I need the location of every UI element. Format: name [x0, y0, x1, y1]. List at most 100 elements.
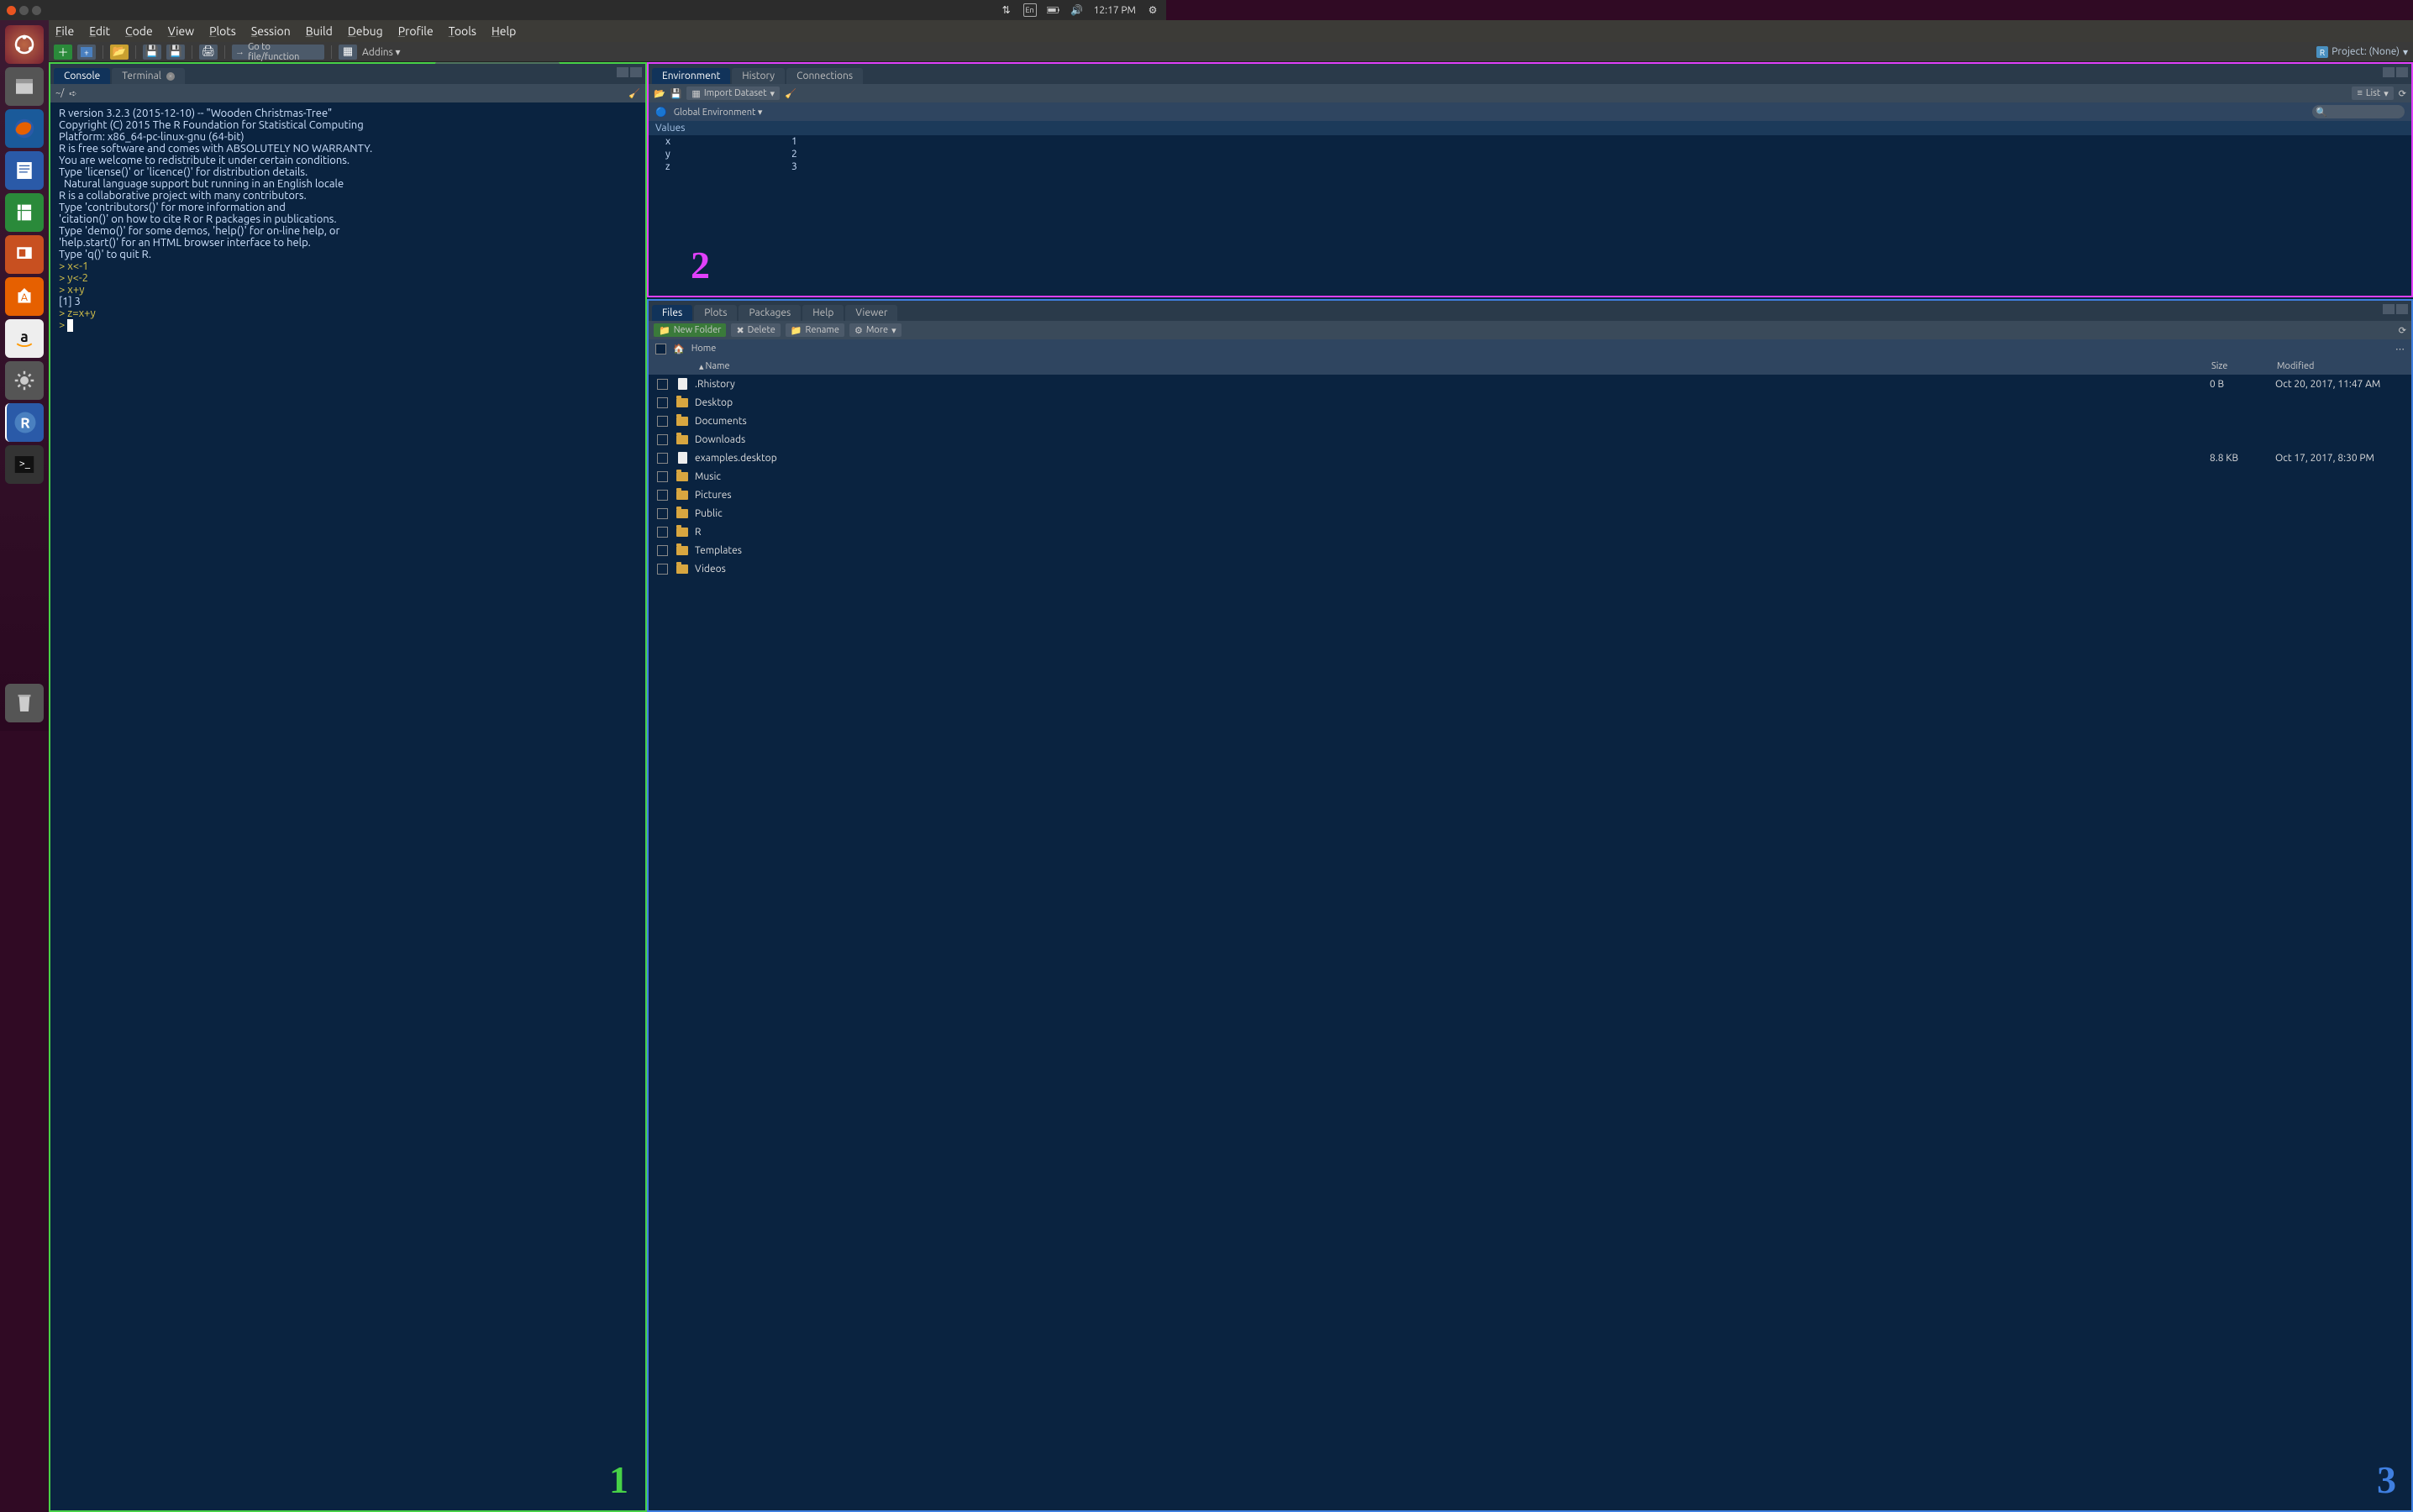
file-checkbox[interactable] — [657, 471, 668, 482]
tab-environment[interactable]: Environment — [652, 68, 730, 84]
file-row[interactable]: Desktop — [649, 393, 2411, 412]
launcher-rstudio[interactable]: R — [5, 403, 44, 442]
new-folder-button[interactable]: 📁 New Folder — [654, 323, 726, 337]
launcher-impress[interactable] — [5, 235, 44, 274]
tab-plots[interactable]: Plots — [694, 305, 737, 321]
tab-terminal[interactable]: Terminal× — [112, 68, 185, 84]
col-modified[interactable]: Modified — [2277, 361, 2411, 371]
goto-file-input[interactable]: → Go to file/function — [232, 45, 324, 60]
view-mode-button[interactable]: ≡ List ▾ — [2352, 87, 2393, 100]
grid-button[interactable]: ▦ — [339, 45, 357, 60]
env-variable[interactable]: z3 — [649, 160, 2411, 173]
gear-icon[interactable]: ⚙ — [1146, 3, 1159, 17]
console-output[interactable]: R version 3.2.3 (2015-12-10) -- "Wooden … — [50, 102, 645, 1510]
menu-session[interactable]: Session — [251, 24, 291, 38]
delete-button[interactable]: ✖ Delete — [731, 323, 780, 337]
environment-search[interactable]: 🔍 — [2312, 105, 2405, 118]
open-file-button[interactable]: 📂 — [110, 45, 129, 60]
launcher-amazon[interactable]: a — [5, 319, 44, 358]
home-icon[interactable]: 🏠 — [673, 344, 685, 354]
menu-code[interactable]: Code — [125, 24, 153, 38]
window-maximize-dot[interactable] — [32, 6, 41, 15]
rename-button[interactable]: 📁 Rename — [786, 323, 844, 337]
launcher-trash[interactable] — [5, 684, 44, 722]
tab-help[interactable]: Help — [802, 305, 844, 321]
refresh-icon[interactable]: ⟳ — [2399, 325, 2406, 336]
col-name[interactable]: ▴ Name — [674, 361, 2211, 372]
file-row[interactable]: R — [649, 522, 2411, 541]
file-checkbox[interactable] — [657, 397, 668, 408]
file-row[interactable]: Templates — [649, 541, 2411, 559]
file-row[interactable]: examples.desktop8.8 KBOct 17, 2017, 8:30… — [649, 449, 2411, 467]
maximize-pane-button[interactable] — [2396, 67, 2408, 77]
env-variable[interactable]: y2 — [649, 148, 2411, 160]
launcher-files[interactable] — [5, 67, 44, 106]
launcher-dash[interactable] — [5, 25, 44, 64]
file-row[interactable]: Downloads — [649, 430, 2411, 449]
file-row[interactable]: Pictures — [649, 486, 2411, 504]
tab-history[interactable]: History — [732, 68, 785, 84]
launcher-writer[interactable] — [5, 151, 44, 190]
more-icon[interactable]: ⋯ — [2395, 344, 2405, 354]
file-row[interactable]: Documents — [649, 412, 2411, 430]
select-all-checkbox[interactable] — [655, 344, 666, 354]
file-checkbox[interactable] — [657, 527, 668, 538]
launcher-calc[interactable] — [5, 193, 44, 232]
file-checkbox[interactable] — [657, 379, 668, 390]
file-checkbox[interactable] — [657, 545, 668, 556]
new-file-button[interactable]: ＋ — [54, 45, 72, 60]
save-button[interactable]: 💾 — [143, 45, 161, 60]
network-icon[interactable]: ⇅ — [1000, 3, 1013, 17]
file-checkbox[interactable] — [657, 490, 668, 501]
menu-file[interactable]: File — [55, 24, 74, 38]
chevron-icon[interactable]: ➪ — [69, 88, 76, 99]
minimize-pane-button[interactable] — [2383, 67, 2395, 77]
menu-edit[interactable]: Edit — [89, 24, 110, 38]
maximize-pane-button[interactable] — [2396, 304, 2408, 314]
file-checkbox[interactable] — [657, 416, 668, 427]
window-close-dot[interactable] — [7, 6, 16, 15]
maximize-pane-button[interactable] — [630, 67, 642, 77]
menu-plots[interactable]: Plots — [209, 24, 236, 38]
minimize-pane-button[interactable] — [617, 67, 628, 77]
menu-view[interactable]: View — [168, 24, 194, 38]
battery-icon[interactable] — [1047, 3, 1060, 17]
clock[interactable]: 12:17 PM — [1094, 5, 1136, 16]
menu-debug[interactable]: Debug — [348, 24, 383, 38]
clear-console-button[interactable]: 🧹 — [628, 88, 640, 99]
minimize-pane-button[interactable] — [2383, 304, 2395, 314]
project-menu[interactable]: R Project: (None) ▾ — [2316, 46, 2408, 58]
launcher-software[interactable]: A — [5, 277, 44, 316]
file-checkbox[interactable] — [657, 508, 668, 519]
window-minimize-dot[interactable] — [19, 6, 29, 15]
breadcrumb-home[interactable]: Home — [691, 344, 717, 354]
more-button[interactable]: ⚙ More ▾ — [849, 323, 902, 337]
col-size[interactable]: Size — [2211, 361, 2277, 371]
launcher-terminal[interactable]: >_ — [5, 445, 44, 484]
launcher-firefox[interactable] — [5, 109, 44, 148]
clear-workspace-button[interactable]: 🧹 — [785, 88, 796, 99]
sound-icon[interactable]: 🔊 — [1070, 3, 1084, 17]
environment-scope[interactable]: Global Environment ▾ — [674, 107, 763, 118]
menu-help[interactable]: Help — [492, 24, 516, 38]
tab-viewer[interactable]: Viewer — [845, 305, 897, 321]
close-icon[interactable]: × — [166, 72, 175, 81]
file-checkbox[interactable] — [657, 453, 668, 464]
env-variable[interactable]: x1 — [649, 135, 2411, 148]
file-checkbox[interactable] — [657, 434, 668, 445]
import-dataset-button[interactable]: ▦ Import Dataset ▾ — [686, 87, 780, 100]
load-workspace-button[interactable]: 📂 — [654, 88, 665, 99]
tab-files[interactable]: Files — [652, 305, 692, 321]
file-row[interactable]: Music — [649, 467, 2411, 486]
print-button[interactable]: 🖨 — [199, 45, 218, 60]
tab-console[interactable]: Console — [54, 68, 110, 84]
file-row[interactable]: .Rhistory0 BOct 20, 2017, 11:47 AM — [649, 375, 2411, 393]
keyboard-layout-indicator[interactable]: En — [1023, 3, 1037, 17]
save-all-button[interactable]: 💾 — [166, 45, 185, 60]
file-row[interactable]: Public — [649, 504, 2411, 522]
save-workspace-button[interactable]: 💾 — [670, 88, 682, 99]
new-project-button[interactable]: + — [77, 45, 96, 60]
tab-connections[interactable]: Connections — [786, 68, 863, 84]
refresh-icon[interactable]: ⟳ — [2399, 88, 2406, 99]
file-row[interactable]: Videos — [649, 559, 2411, 578]
